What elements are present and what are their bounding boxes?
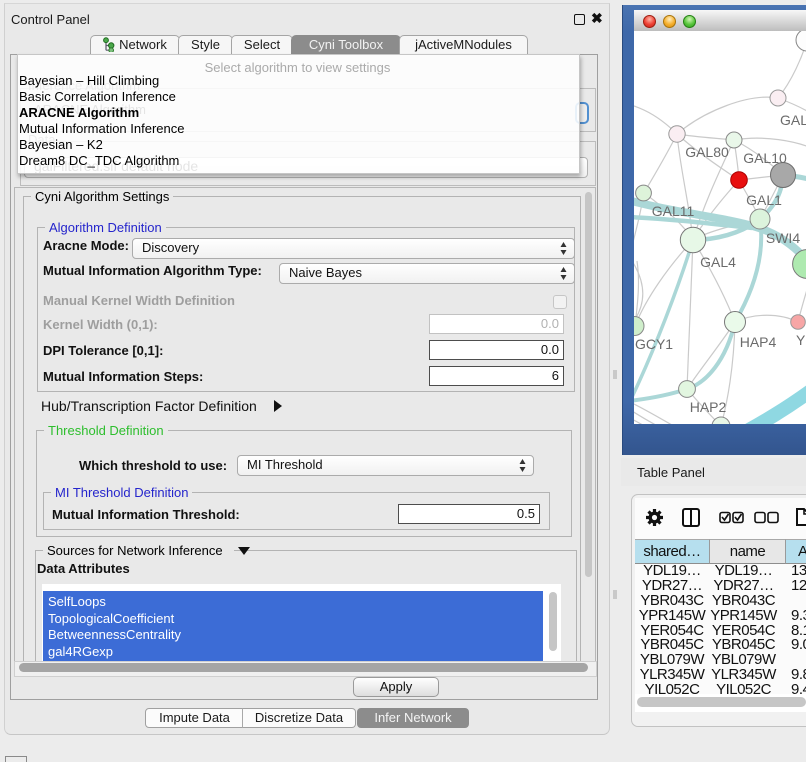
svg-text:YM: YM xyxy=(796,332,806,348)
svg-text:GAL11: GAL11 xyxy=(652,203,695,219)
svg-text:GAL4: GAL4 xyxy=(700,254,736,270)
svg-text:GAL2: GAL2 xyxy=(780,112,806,128)
svg-text:HAP4: HAP4 xyxy=(740,334,777,350)
svg-text:GAL1: GAL1 xyxy=(746,192,782,208)
svg-text:SWI4: SWI4 xyxy=(766,230,800,246)
svg-text:HAP2: HAP2 xyxy=(690,399,727,415)
svg-text:GAL10: GAL10 xyxy=(743,150,787,166)
svg-text:GCY1: GCY1 xyxy=(635,336,673,352)
svg-text:GAL80: GAL80 xyxy=(685,144,729,160)
